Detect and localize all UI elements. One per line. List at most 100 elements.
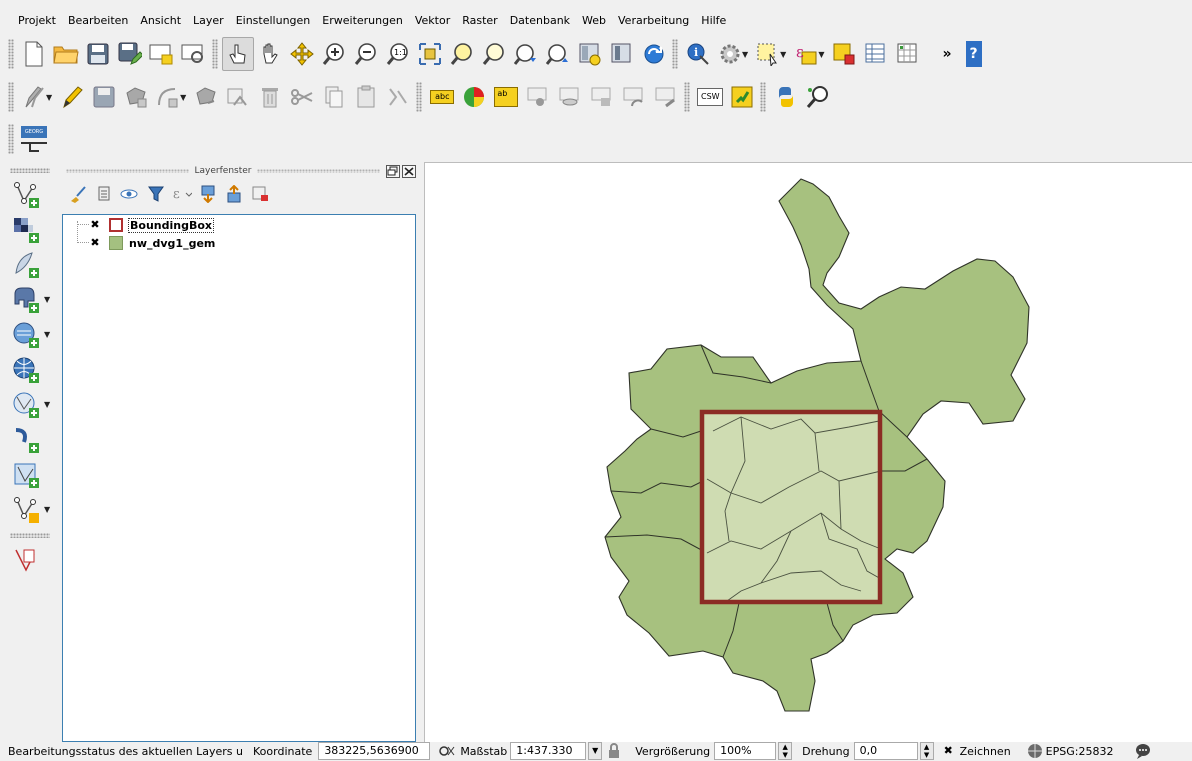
add-mssql-layer-button[interactable] [4, 457, 58, 492]
change-label-button[interactable] [650, 80, 682, 114]
magnifier-field[interactable]: 100% [714, 742, 777, 760]
toolbar-grip[interactable] [760, 82, 767, 112]
crs-label[interactable]: EPSG:25832 [1046, 745, 1114, 758]
menu-projekt[interactable]: Projekt [12, 10, 62, 32]
current-edits-button[interactable] [18, 80, 50, 114]
lock-icon[interactable] [607, 743, 621, 759]
run-feature-action-button[interactable] [714, 37, 746, 71]
layer-visibility-checkbox[interactable]: ✖ [89, 219, 101, 231]
cut-features-button[interactable] [286, 80, 318, 114]
undo-redo-button[interactable] [382, 80, 414, 114]
layer-row-nw-dvg1-gem[interactable]: ✖ nw_dvg1_gem [63, 235, 215, 251]
refresh-button[interactable] [638, 37, 670, 71]
manage-themes-button[interactable] [120, 184, 140, 204]
select-features-button[interactable] [752, 37, 784, 71]
statistical-summary-button[interactable] [892, 37, 924, 71]
metasearch-button[interactable]: CSW [694, 80, 726, 114]
layer-row-boundingbox[interactable]: ✖ BoundingBox [63, 217, 214, 233]
magnifier-spinner[interactable]: ▲ ▼ [778, 742, 793, 760]
menu-erweiterungen[interactable]: Erweiterungen [316, 10, 409, 32]
zoom-in-button[interactable] [318, 37, 350, 71]
select-by-expression-button[interactable]: ε [790, 37, 822, 71]
scale-combobox[interactable]: 1:437.330 [510, 742, 587, 760]
toolbar-grip[interactable] [212, 39, 218, 69]
add-spatialite-layer-button[interactable]: ▼ [4, 317, 58, 352]
panel-grip[interactable] [66, 169, 189, 173]
add-postgis-layer-button[interactable]: ▼ [4, 282, 58, 317]
layer-labeling-button[interactable]: abc [426, 80, 458, 114]
zoom-out-button[interactable] [350, 37, 382, 71]
menu-einstellungen[interactable]: Einstellungen [230, 10, 317, 32]
georef-layer-button[interactable] [4, 542, 58, 577]
add-delimited-text-button[interactable] [4, 247, 58, 282]
modify-attributes-button[interactable] [222, 80, 254, 114]
touch-zoom-pan-button[interactable] [222, 37, 254, 71]
toolbar-grip[interactable] [672, 39, 678, 69]
filter-expression-button[interactable]: ε [172, 184, 192, 204]
show-hide-labels-button[interactable] [554, 80, 586, 114]
add-feature-button[interactable] [120, 80, 152, 114]
toggle-editing-button[interactable] [56, 80, 88, 114]
pin-labels-button[interactable]: ab [490, 80, 522, 114]
paste-features-button[interactable] [350, 80, 382, 114]
chevron-down-icon[interactable]: ▼ [44, 330, 50, 339]
new-print-layout-button[interactable] [146, 37, 178, 71]
move-label-button[interactable] [586, 80, 618, 114]
float-panel-button[interactable] [386, 164, 400, 178]
toolbar-overflow-button[interactable]: » [942, 46, 951, 62]
diagram-button[interactable] [458, 80, 490, 114]
menu-raster[interactable]: Raster [456, 10, 503, 32]
rotation-spinner[interactable]: ▲ ▼ [919, 742, 934, 760]
collapse-all-button[interactable] [224, 184, 244, 204]
add-vector-layer-button[interactable] [4, 177, 58, 212]
crs-globe-icon[interactable] [1027, 743, 1043, 759]
open-styling-button[interactable] [68, 184, 88, 204]
help-button[interactable]: ? [965, 41, 982, 67]
delete-selected-button[interactable] [254, 80, 286, 114]
zoom-last-button[interactable] [510, 37, 542, 71]
menu-verarbeitung[interactable]: Verarbeitung [612, 10, 695, 32]
chevron-down-icon[interactable]: ▼ [44, 295, 50, 304]
menu-web[interactable]: Web [576, 10, 612, 32]
panel-grip[interactable] [257, 169, 380, 173]
zoom-full-button[interactable] [414, 37, 446, 71]
toolbar-grip[interactable] [416, 82, 423, 112]
zoom-to-selection-button[interactable] [446, 37, 478, 71]
add-group-button[interactable] [94, 184, 114, 204]
messages-icon[interactable] [1135, 743, 1151, 759]
add-wms-layer-button[interactable] [4, 352, 58, 387]
plugin-button[interactable] [726, 80, 758, 114]
new-map-view-button[interactable] [574, 37, 606, 71]
filter-legend-button[interactable] [146, 184, 166, 204]
rotation-field[interactable]: 0,0 [853, 742, 918, 760]
menu-bearbeiten[interactable]: Bearbeiten [62, 10, 134, 32]
save-project-button[interactable] [82, 37, 114, 71]
open-project-button[interactable] [50, 37, 82, 71]
menu-ansicht[interactable]: Ansicht [134, 10, 187, 32]
toolbar-grip[interactable] [684, 82, 691, 112]
vertex-tool-button[interactable] [190, 80, 222, 114]
identify-features-button[interactable]: i [682, 37, 714, 71]
remove-layer-button[interactable] [250, 184, 270, 204]
pan-map-button[interactable] [254, 37, 286, 71]
chevron-down-icon[interactable]: ▼ [44, 505, 50, 514]
layer-tree[interactable]: ✖ BoundingBox ✖ nw_dvg1_gem [62, 214, 416, 742]
expand-all-button[interactable] [198, 184, 218, 204]
copy-features-button[interactable] [318, 80, 350, 114]
save-as-button[interactable] [114, 37, 146, 71]
layout-manager-button[interactable] [178, 37, 210, 71]
rotate-label-button[interactable] [618, 80, 650, 114]
toolbar-grip[interactable] [10, 533, 50, 538]
chevron-down-icon[interactable]: ▼ [44, 400, 50, 409]
zoom-to-layer-button[interactable] [478, 37, 510, 71]
highlight-pinned-labels-button[interactable] [522, 80, 554, 114]
toggle-extents-icon[interactable] [438, 743, 456, 759]
menu-hilfe[interactable]: Hilfe [695, 10, 732, 32]
save-layer-edits-button[interactable] [88, 80, 120, 114]
pan-to-selection-button[interactable] [286, 37, 318, 71]
menu-vektor[interactable]: Vektor [409, 10, 456, 32]
python-console-button[interactable] [770, 80, 802, 114]
new-shapefile-layer-button[interactable]: ▼ [4, 492, 58, 527]
coordinate-field[interactable]: 383225,5636900 [318, 742, 431, 760]
close-panel-button[interactable] [402, 164, 416, 178]
